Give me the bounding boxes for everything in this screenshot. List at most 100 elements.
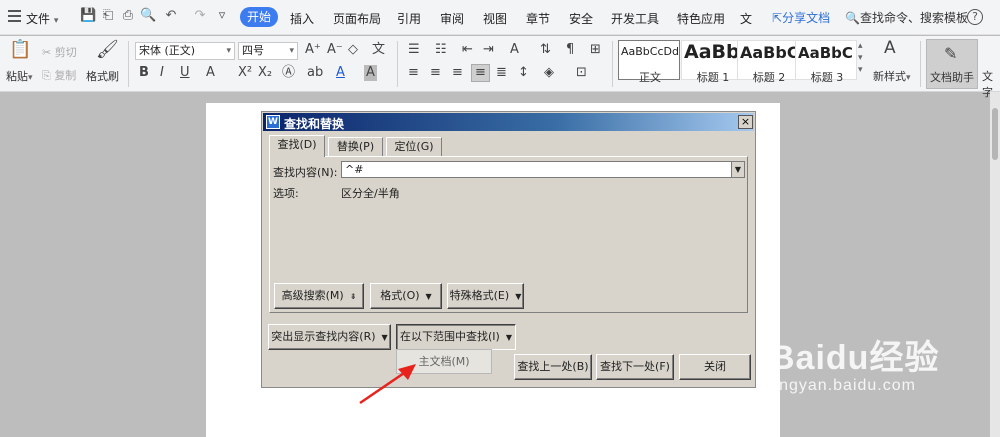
- shading-icon[interactable]: ◈: [544, 65, 554, 81]
- paste-icon[interactable]: 📋: [9, 41, 31, 59]
- format-painter-button[interactable]: 格式刷: [86, 68, 119, 84]
- format-button[interactable]: 格式(O) ▼: [370, 283, 442, 309]
- tab-page-layout[interactable]: 页面布局: [333, 10, 381, 27]
- baidu-jingyan-watermark: Baidu经验 jingyan.baidu.com: [770, 339, 940, 394]
- align-left-icon[interactable]: ≡: [408, 65, 419, 81]
- tab-security[interactable]: 安全: [569, 10, 593, 27]
- dialog-titlebar[interactable]: W 查找和替换 ×: [263, 113, 754, 131]
- style-heading-3[interactable]: AaBbC 标题 3: [795, 40, 857, 84]
- tab-features[interactable]: 特色应用: [677, 10, 725, 27]
- border-icon[interactable]: ⊡: [576, 65, 587, 81]
- file-menu[interactable]: 文件 ▾: [26, 10, 58, 27]
- bullet-list-icon[interactable]: ☰: [408, 42, 420, 58]
- share-doc-button[interactable]: ⇱分享文档: [772, 9, 830, 26]
- copy-icon: ⎘: [42, 69, 51, 82]
- tab-home[interactable]: 开始: [240, 7, 278, 27]
- command-search[interactable]: 🔍查找命令、搜索模板: [845, 9, 968, 26]
- superscript-icon[interactable]: X²: [238, 65, 252, 81]
- shrink-font-icon[interactable]: A⁻: [327, 42, 343, 58]
- redo-icon[interactable]: ↷: [192, 8, 208, 24]
- tab-references[interactable]: 引用: [397, 10, 421, 27]
- find-in-button[interactable]: 在以下范围中查找(I) ▼: [396, 324, 516, 350]
- underline-icon[interactable]: U: [180, 65, 190, 81]
- find-previous-button[interactable]: 查找上一处(B): [514, 354, 592, 380]
- paste-button[interactable]: 粘贴▾: [6, 68, 33, 84]
- doc-helper-button[interactable]: ✎ 文档助手: [926, 39, 978, 89]
- find-replace-dialog: W 查找和替换 × 查找(D) 替换(P) 定位(G) 查找内容(N): ^# …: [261, 111, 756, 388]
- sort-icon[interactable]: ⇅: [540, 42, 551, 58]
- grow-font-icon[interactable]: A⁺: [305, 42, 321, 58]
- divider: [128, 41, 129, 87]
- highlight-icon[interactable]: ab: [307, 65, 323, 81]
- font-size-combo[interactable]: 四号: [238, 42, 298, 60]
- align-center-icon[interactable]: ≡: [430, 65, 441, 81]
- style-normal[interactable]: AaBbCcDd 正文: [618, 40, 680, 84]
- styles-scroll-icon[interactable]: ▴ ▾ ▾: [858, 40, 863, 76]
- tab-insert[interactable]: 插入: [290, 10, 314, 27]
- scrollbar-thumb[interactable]: [992, 108, 998, 160]
- distributed-icon[interactable]: ≣: [496, 65, 507, 81]
- bold-icon[interactable]: B: [139, 65, 149, 81]
- style-heading-2[interactable]: AaBbC 标题 2: [737, 40, 799, 84]
- chinese-layout-icon[interactable]: A: [510, 42, 519, 58]
- help-icon[interactable]: ?: [967, 9, 983, 25]
- numbered-list-icon[interactable]: ☷: [435, 42, 447, 58]
- italic-icon[interactable]: I: [160, 65, 164, 81]
- increase-indent-icon[interactable]: ⇥: [483, 42, 494, 58]
- menu-bar: 文件 ▾ 💾 ⎗ ⎙ 🔍 ↶ ↷ ▿ 开始 插入 页面布局 引用 审阅 视图 章…: [0, 0, 1000, 35]
- format-painter-icon[interactable]: 🖌: [96, 41, 119, 59]
- line-spacing-icon[interactable]: ↕: [518, 65, 529, 81]
- chevron-down-icon: ▼: [515, 292, 522, 301]
- tab-review[interactable]: 审阅: [440, 10, 464, 27]
- text-effect-icon[interactable]: Ⓐ: [282, 65, 295, 81]
- tab-more[interactable]: 文: [740, 10, 752, 27]
- char-shading-icon[interactable]: A: [364, 65, 377, 81]
- menu-item-main-document[interactable]: 主文档(M): [396, 349, 492, 374]
- dropdown-arrow-icon[interactable]: ▼: [731, 162, 744, 177]
- show-marks-icon[interactable]: ¶: [566, 42, 574, 58]
- tab-developer[interactable]: 开发工具: [611, 10, 659, 27]
- justify-icon[interactable]: ≡: [471, 64, 490, 82]
- options-label: 选项:: [273, 187, 299, 200]
- tab-find[interactable]: 查找(D): [269, 135, 325, 157]
- export-pdf-icon[interactable]: ⎗: [100, 8, 116, 24]
- double-chevron-icon: ⇟: [349, 292, 357, 301]
- doc-helper-icon: ✎: [944, 44, 958, 63]
- ribbon-toolbar: 📋 粘贴▾ ✂ 剪切 ⎘ 复制 🖌 格式刷 宋体 (正文) 四号 A⁺ A⁻ ◇…: [0, 36, 1000, 99]
- find-content-label: 查找内容(N):: [273, 166, 338, 179]
- strikethrough-icon[interactable]: A: [206, 65, 215, 81]
- tab-chapter[interactable]: 章节: [526, 10, 550, 27]
- tab-goto[interactable]: 定位(G): [386, 137, 442, 156]
- subscript-icon[interactable]: X₂: [258, 65, 272, 81]
- save-icon[interactable]: 💾: [80, 8, 96, 24]
- cut-button[interactable]: ✂ 剪切: [42, 44, 77, 60]
- advanced-search-button[interactable]: 高级搜索(M) ⇟: [274, 283, 364, 309]
- undo-icon[interactable]: ↶: [163, 8, 179, 24]
- divider: [920, 41, 921, 87]
- borders-icon[interactable]: ⊞: [590, 42, 601, 58]
- close-icon[interactable]: ×: [738, 115, 753, 129]
- font-name-combo[interactable]: 宋体 (正文): [135, 42, 235, 60]
- tab-replace[interactable]: 替换(P): [328, 137, 383, 156]
- hamburger-menu-icon[interactable]: [8, 10, 21, 22]
- new-style-icon[interactable]: A: [884, 40, 896, 57]
- decrease-indent-icon[interactable]: ⇤: [462, 42, 473, 58]
- clear-format-icon[interactable]: ◇: [348, 42, 358, 58]
- font-color-icon[interactable]: A: [336, 65, 345, 81]
- highlight-found-button[interactable]: 突出显示查找内容(R) ▼: [268, 324, 391, 350]
- options-value: 区分全/半角: [341, 187, 400, 200]
- style-heading-1[interactable]: AaBb 标题 1: [681, 40, 743, 84]
- copy-button[interactable]: ⎘ 复制: [42, 67, 76, 83]
- print-icon[interactable]: ⎙: [120, 8, 136, 24]
- align-right-icon[interactable]: ≡: [452, 65, 463, 81]
- customize-toolbar-icon[interactable]: ▿: [214, 8, 230, 24]
- new-style-button[interactable]: 新样式▾: [873, 68, 911, 84]
- print-preview-icon[interactable]: 🔍: [140, 8, 156, 24]
- tab-view[interactable]: 视图: [483, 10, 507, 27]
- phonetic-icon[interactable]: 文: [372, 42, 385, 58]
- find-content-input[interactable]: ^# ▼: [341, 161, 745, 178]
- special-format-button[interactable]: 特殊格式(E) ▼: [447, 283, 524, 309]
- close-button[interactable]: 关闭: [679, 354, 751, 380]
- find-next-button[interactable]: 查找下一处(F): [596, 354, 674, 380]
- scissors-icon: ✂: [42, 46, 52, 59]
